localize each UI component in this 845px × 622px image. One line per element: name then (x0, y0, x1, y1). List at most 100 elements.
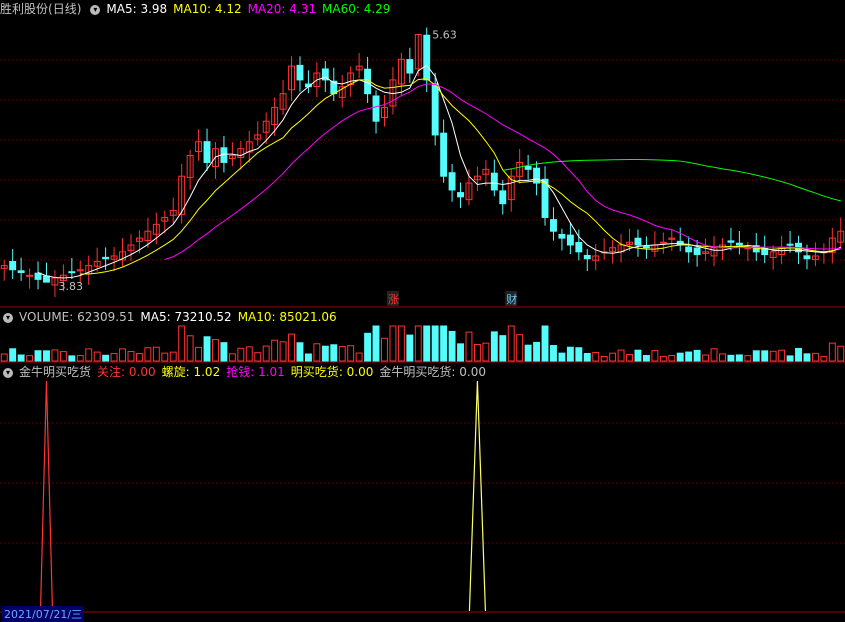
volume-bar (744, 355, 752, 362)
candle-body (448, 172, 456, 191)
volume-bar (727, 354, 735, 362)
candle-body (203, 141, 211, 163)
volume-ma10-label: MA10: 85021.06 (237, 310, 337, 324)
volume-header: ▾ VOLUME: 62309.51 MA5: 73210.52 MA10: 8502… (0, 308, 343, 326)
ma20-label: MA20: 4.31 (247, 2, 317, 16)
volume-bar (642, 355, 650, 362)
candle-body (406, 59, 414, 74)
volume-bar (296, 342, 304, 362)
volume-bar (51, 349, 59, 362)
volume-bar (228, 353, 236, 362)
volume-bar (609, 352, 617, 362)
volume-bar (431, 325, 439, 362)
volume-bar (533, 341, 541, 362)
candle-body (102, 256, 110, 260)
volume-bar (364, 332, 372, 362)
candle-body (440, 132, 448, 177)
candle-body (803, 255, 811, 260)
volume-bar (541, 325, 549, 362)
volume-bar (668, 354, 676, 362)
volume-bar (68, 355, 76, 362)
volume-bar (761, 350, 769, 362)
volume-bar (820, 356, 828, 362)
candle-body (524, 166, 532, 170)
volume-bar (195, 346, 203, 362)
volume-bar (550, 345, 557, 362)
candle-body (68, 271, 76, 274)
candle-body (499, 190, 507, 205)
volume-bar (203, 336, 211, 362)
volume-bar (347, 345, 355, 362)
candle-body (372, 95, 380, 122)
volume-bar (169, 351, 177, 362)
volume-bar (119, 348, 126, 362)
volume-bar (110, 353, 118, 362)
volume-bar (34, 350, 42, 362)
volume-bar (752, 350, 760, 362)
candle-body (9, 261, 17, 271)
volume-panel: ▾ VOLUME: 62309.51 MA5: 73210.52 MA10: 8502… (0, 308, 845, 363)
candle-body (634, 237, 642, 246)
luoxuan-label: 螺旋: 1.02 (161, 365, 221, 379)
volume-bar (245, 346, 253, 362)
date-label: 2021/07/21/三 (2, 606, 85, 622)
low-label: 3.83 (58, 280, 83, 293)
volume-bar (828, 342, 836, 362)
volume-bar (127, 350, 135, 362)
volume-bar (372, 325, 380, 362)
candle-body (727, 240, 735, 243)
price-header: 胜利股份(日线) ▾ MA5: 3.98 MA10: 4.12 MA20: 4.31 MA… (0, 0, 396, 18)
volume-bar (212, 339, 219, 362)
volume-bar (837, 345, 845, 362)
volume-bar (617, 349, 625, 362)
settings-icon[interactable]: ▾ (3, 312, 13, 323)
ma10-label: MA10: 4.12 (173, 2, 242, 16)
ma60-line (502, 158, 841, 202)
candle-body (431, 83, 439, 136)
candle-body (17, 270, 25, 273)
volume-label: VOLUME: 62309.51 (19, 310, 135, 324)
settings-icon[interactable]: ▾ (90, 4, 101, 15)
candle-body (550, 219, 557, 232)
indicator-header: ▾ 金牛明买吃货 关注: 0.00 螺旋: 1.02 抢钱: 1.01 明买吃货: 0.0… (0, 363, 492, 381)
qiangqian-label: 抢钱: 1.01 (226, 365, 285, 379)
volume-bar (262, 345, 270, 362)
candle-body (34, 272, 42, 280)
volume-bar (9, 348, 17, 362)
volume-bar (634, 349, 642, 362)
volume-bar (161, 352, 169, 362)
ma5-line (37, 64, 841, 279)
mingmai-label: 明买吃货: 0.00 (290, 365, 374, 379)
volume-bar (600, 356, 608, 362)
volume-ma5-label: MA5: 73210.52 (140, 310, 232, 324)
volume-bar (490, 331, 498, 362)
volume-bar (338, 346, 346, 362)
volume-bar (93, 351, 101, 362)
volume-bar (0, 353, 8, 362)
event-label: 涨 (388, 293, 399, 306)
volume-bar (786, 355, 794, 362)
volume-bar (558, 352, 566, 362)
guanzhu-signal-line (39, 380, 54, 612)
period-label: (日线) (48, 2, 82, 16)
indicator-chart (0, 380, 845, 613)
volume-bar (313, 343, 321, 362)
volume-bar (288, 333, 295, 362)
candle-body (423, 34, 431, 81)
ma10-line (80, 78, 841, 275)
volume-bar (676, 352, 684, 362)
volume-bar (592, 352, 600, 362)
volume-bar (76, 355, 84, 362)
volume-bar (381, 337, 388, 362)
candle-body (659, 241, 667, 244)
price-chart: 5.63 3.83 涨 财 (0, 27, 845, 308)
volume-bar (397, 325, 405, 362)
candle-body (566, 234, 574, 246)
volume-bar (152, 346, 160, 362)
settings-icon[interactable]: ▾ (3, 367, 13, 378)
volume-bar (473, 344, 481, 362)
volume-bar (659, 355, 667, 362)
candle-body (735, 242, 743, 246)
volume-bar (237, 347, 245, 362)
volume-bar (566, 346, 574, 362)
